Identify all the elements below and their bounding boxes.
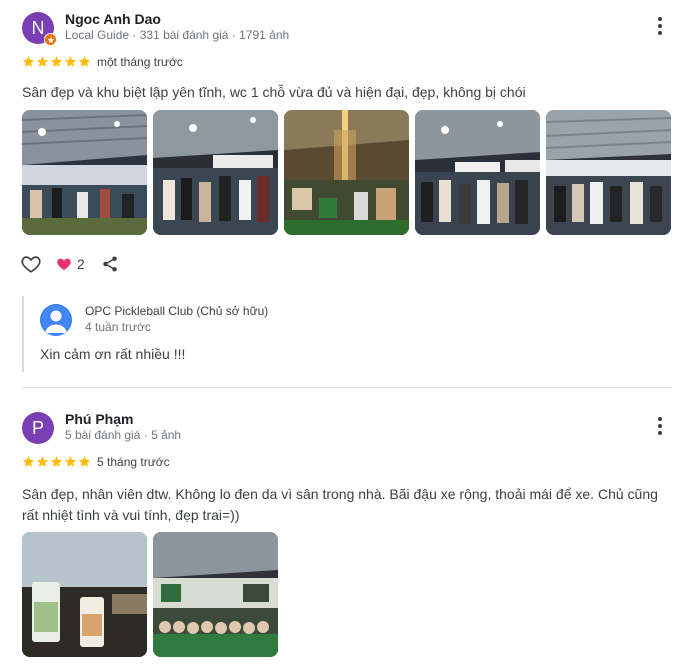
like-heart-icon[interactable] (20, 253, 42, 275)
owner-avatar-icon (40, 304, 72, 336)
review-photo[interactable] (22, 532, 147, 657)
reviewer-name[interactable]: Ngoc Anh Dao (65, 11, 161, 27)
star-icon (36, 56, 49, 67)
reviewer-meta: Local Guide · 331 bài đánh giá · 1791 ản… (65, 28, 290, 42)
reviewer-avatar[interactable]: N (22, 12, 57, 46)
star-icon (22, 456, 35, 467)
reviewer-avatar[interactable]: P (22, 412, 54, 444)
avatar-letter: P (31, 417, 44, 438)
review-text: Sân đẹp và khu biệt lập yên tĩnh, wc 1 c… (22, 84, 526, 100)
review-text: Sân đẹp, nhân viên dtw. Không lo đen da … (22, 486, 658, 523)
like-count-group[interactable]: 2 (56, 256, 85, 272)
review-photo[interactable] (153, 532, 278, 657)
review-date: 5 tháng trước (97, 455, 170, 469)
review-photo[interactable] (284, 110, 409, 235)
more-options-icon[interactable] (650, 16, 670, 36)
review-photos (22, 532, 278, 657)
star-rating (22, 55, 91, 68)
local-guide-badge-icon (44, 33, 57, 46)
star-rating (22, 455, 91, 468)
review-date: một tháng trước (97, 55, 183, 69)
star-icon (22, 56, 35, 67)
owner-reply-date: 4 tuần trước (85, 320, 151, 334)
review-actions: 2 (20, 253, 119, 275)
review-photo[interactable] (22, 110, 147, 235)
like-count: 2 (77, 256, 85, 272)
filled-heart-icon (57, 258, 71, 270)
review-divider (22, 387, 672, 388)
more-options-icon[interactable] (650, 416, 670, 436)
star-icon (78, 56, 91, 67)
avatar-letter: N (31, 17, 45, 38)
review-photo[interactable] (415, 110, 540, 235)
owner-reply-text: Xin cảm ơn rất nhiều !!! (40, 346, 186, 362)
review-photos (22, 110, 671, 235)
share-icon[interactable] (101, 255, 119, 273)
star-icon (78, 456, 91, 467)
owner-name: OPC Pickleball Club (Chủ sở hữu) (85, 304, 269, 318)
reviewer-meta: 5 bài đánh giá · 5 ảnh (65, 428, 182, 442)
star-icon (50, 56, 63, 67)
reviewer-name[interactable]: Phú Phạm (65, 411, 133, 427)
owner-response: OPC Pickleball Club (Chủ sở hữu) 4 tuần … (22, 296, 662, 372)
star-icon (64, 56, 77, 67)
star-icon (64, 456, 77, 467)
review-photo[interactable] (153, 110, 278, 235)
review-photo[interactable] (546, 110, 671, 235)
star-icon (50, 456, 63, 467)
star-icon (36, 456, 49, 467)
